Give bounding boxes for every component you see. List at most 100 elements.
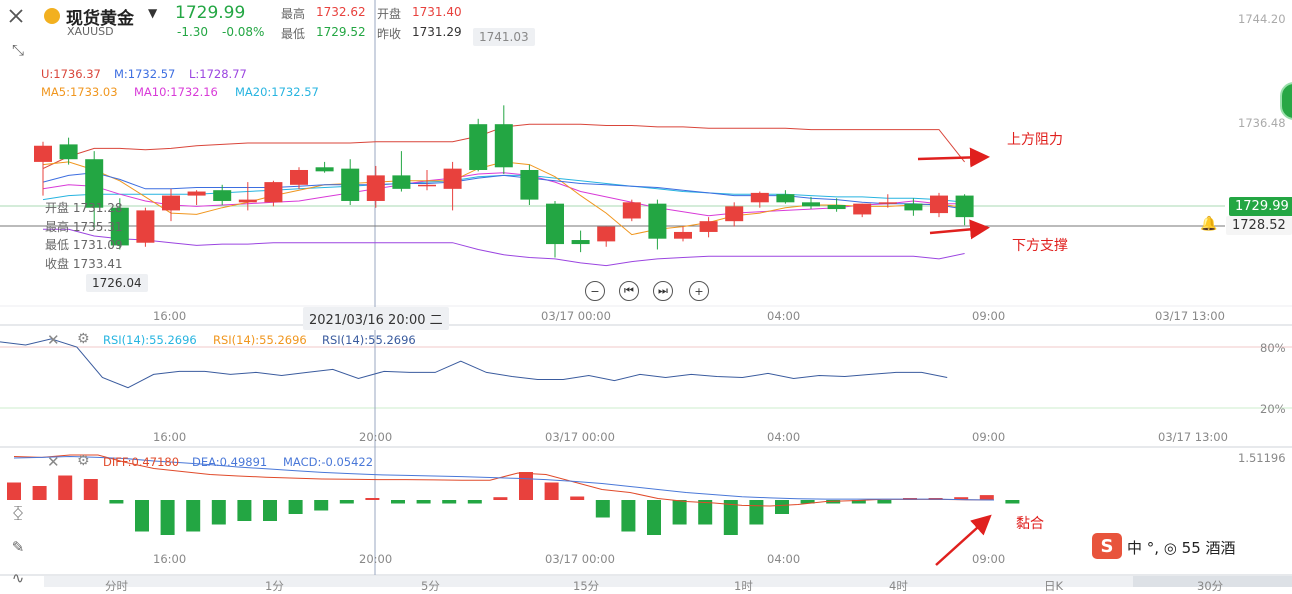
- alert-price-tag[interactable]: 1728.52: [1226, 216, 1292, 235]
- macd-bar: [775, 500, 789, 514]
- period-tab[interactable]: 日K: [1044, 578, 1063, 594]
- indicator-button[interactable]: ⧰: [6, 500, 30, 524]
- time-label-macd: 20:00: [359, 552, 393, 566]
- period-tab[interactable]: 4时: [889, 578, 908, 594]
- annotation-resistance: 上方阻力: [1007, 132, 1063, 148]
- ohlc-close-value: 1733.41: [72, 256, 123, 271]
- current-price-tag: 1729.99: [1229, 197, 1292, 216]
- macd-bar: [365, 498, 380, 500]
- high-price-tag: 1741.03: [473, 28, 535, 46]
- candle-body: [494, 124, 513, 168]
- high-label: 最高: [281, 7, 306, 21]
- crosshair-ohlc: 开盘 1731.28 最高 1735.31 最低 1731.09 收盘 1733…: [45, 199, 122, 273]
- close-macd-icon[interactable]: ✕: [47, 453, 60, 471]
- close-rsi-icon[interactable]: ✕: [47, 331, 60, 349]
- high-value: 1732.62: [316, 5, 366, 19]
- period-tab[interactable]: 15分: [573, 578, 599, 594]
- macd-bar: [698, 500, 713, 525]
- draw-button[interactable]: ✎: [6, 535, 30, 559]
- ma20-line: [42, 174, 965, 203]
- macd-bar: [621, 500, 636, 532]
- time-label-macd: 03/17 00:00: [545, 552, 615, 566]
- shrink-icon: ⤡: [11, 41, 24, 59]
- candle-body: [878, 202, 897, 204]
- sogou-logo-icon: S: [1092, 533, 1122, 559]
- ohlc-high-label: 最高: [45, 219, 70, 234]
- period-tab[interactable]: 分时: [105, 578, 128, 594]
- ma5-label: MA5:1733.03: [41, 85, 118, 99]
- ohlc-close-label: 收盘: [45, 256, 70, 271]
- prev-close-label: 昨收: [377, 27, 402, 41]
- scroll-end-button[interactable]: ⏭: [653, 281, 673, 301]
- macd-bar: [263, 500, 277, 521]
- zoom-in-button[interactable]: +: [689, 281, 709, 301]
- ohlc-low-label: 最低: [45, 238, 70, 252]
- candle-body: [597, 226, 616, 242]
- period-tab[interactable]: 30分: [1197, 578, 1223, 594]
- macd-bar: [979, 495, 994, 500]
- period-tab[interactable]: 1分: [265, 578, 284, 594]
- watermark-text: 中 °, ◎ 55 酒酒: [1127, 539, 1236, 557]
- macd-bar: [83, 479, 98, 500]
- annotation-arrow-resistance: [917, 147, 990, 168]
- minus-icon: −: [590, 284, 600, 298]
- ma10-label: MA10:1732.16: [134, 85, 218, 99]
- crosshair-price-tag: 1726.04: [86, 274, 148, 292]
- settings-rsi-icon[interactable]: ⚙: [77, 331, 90, 347]
- price-change-pct: -0.08%: [222, 25, 265, 39]
- collapse-button[interactable]: ⤡: [6, 38, 30, 62]
- time-label-rsi: 03/17 13:00: [1158, 430, 1228, 444]
- macd-bar: [647, 500, 661, 535]
- macd-dea-label: DEA:0.49891: [192, 455, 268, 469]
- time-label-macd: 09:00: [972, 552, 1006, 566]
- candle-body: [776, 194, 795, 203]
- wave-icon: ∿: [11, 569, 25, 587]
- candle-body: [930, 195, 948, 214]
- bell-icon[interactable]: 🔔: [1200, 216, 1217, 232]
- open-label: 开盘: [377, 7, 402, 21]
- skip-back-icon: ⏮: [624, 284, 634, 297]
- scroll-start-button[interactable]: ⏮: [619, 281, 639, 301]
- candle-body: [725, 206, 744, 222]
- side-float-button[interactable]: [1280, 82, 1292, 120]
- macd-bar: [570, 496, 585, 500]
- low-label: 最低: [281, 27, 306, 41]
- macd-bar: [32, 486, 47, 500]
- time-label-main: 03/17 13:00: [1155, 309, 1225, 323]
- annotation-converge: 黏合: [1016, 516, 1044, 532]
- candle-body: [622, 202, 641, 219]
- macd-bar: [288, 500, 303, 514]
- ohlc-open-value: 1731.28: [72, 201, 123, 215]
- candle-body: [136, 210, 155, 243]
- macd-bar: [467, 500, 482, 504]
- period-tab[interactable]: 1时: [734, 578, 753, 594]
- rsi-label-1: RSI(14):55.2696: [103, 333, 197, 347]
- settings-macd-icon[interactable]: ⚙: [77, 453, 90, 469]
- trend-button[interactable]: ∿: [6, 566, 30, 590]
- macd-bar: [595, 500, 610, 518]
- candle-body: [955, 195, 974, 218]
- gold-icon: [44, 8, 60, 24]
- skip-forward-icon: ⏭: [658, 284, 668, 297]
- time-label-rsi: 20:00: [359, 430, 393, 444]
- macd-bar: [672, 500, 687, 525]
- macd-bar: [314, 500, 329, 511]
- candle-body: [366, 175, 385, 201]
- candle-body: [264, 182, 283, 203]
- last-price: 1729.99: [175, 3, 246, 23]
- prev-close-value: 1731.29: [412, 25, 462, 39]
- period-tab[interactable]: 5分: [421, 578, 440, 594]
- open-value: 1731.40: [412, 5, 462, 19]
- zoom-out-button[interactable]: −: [585, 281, 605, 301]
- ohlc-low-value: 1731.09: [72, 238, 123, 252]
- candle-body: [34, 145, 52, 162]
- macd-bar: [493, 497, 508, 500]
- candle-body: [162, 195, 180, 211]
- crosshair-time-tag: 2021/03/16 20:00 二: [303, 307, 449, 330]
- chevron-down-icon[interactable]: ▼: [148, 6, 157, 20]
- period-tabbar: [44, 576, 1292, 587]
- symbol-code: XAUUSD: [67, 25, 114, 38]
- close-button[interactable]: [0, 0, 32, 32]
- macd-bar: [749, 500, 764, 525]
- pencil-icon: ✎: [11, 538, 25, 556]
